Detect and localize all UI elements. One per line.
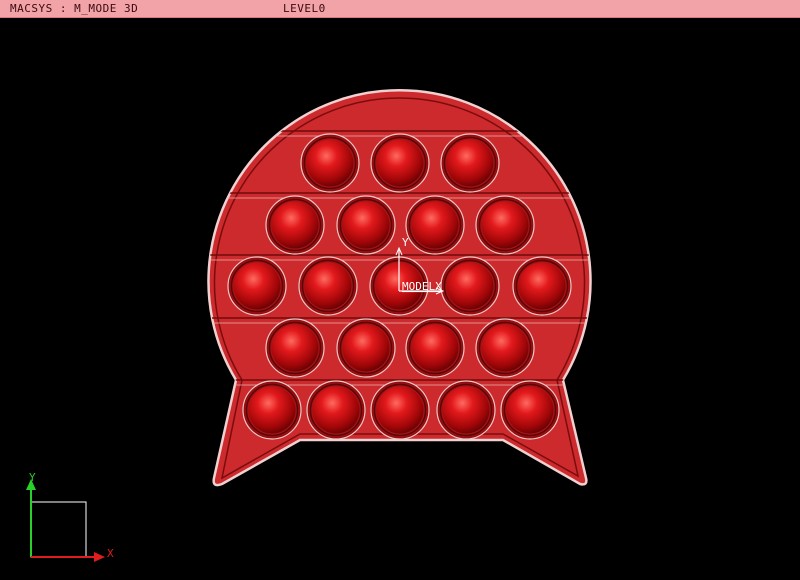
model-axis-y-label: Y	[402, 236, 409, 249]
bubble	[440, 133, 500, 193]
bubble	[405, 195, 465, 255]
bubble	[336, 195, 396, 255]
bubble	[336, 318, 396, 378]
bubble	[265, 318, 325, 378]
title-bar: MACSYS : M_MODE 3D LEVEL0	[0, 0, 800, 18]
bubble	[512, 256, 572, 316]
triad-y-label: Y	[29, 471, 36, 484]
bubble	[475, 318, 535, 378]
bubble	[242, 380, 302, 440]
bubble	[475, 195, 535, 255]
bubble	[440, 256, 500, 316]
triad-x-label: X	[107, 547, 114, 560]
level-label: LEVEL0	[283, 2, 326, 15]
bubble	[298, 256, 358, 316]
bubble	[306, 380, 366, 440]
view-triad: Y X	[26, 471, 114, 562]
bubble	[436, 380, 496, 440]
bubble	[300, 133, 360, 193]
3d-viewport[interactable]: Y MODELX Y X	[0, 18, 800, 580]
bubble	[370, 380, 430, 440]
bubble	[227, 256, 287, 316]
mode-label: MACSYS : M_MODE 3D	[10, 2, 139, 15]
bubble	[405, 318, 465, 378]
bubble	[500, 380, 560, 440]
bubble	[370, 133, 430, 193]
bubble	[265, 195, 325, 255]
model-axis-name-label: MODELX	[402, 280, 442, 293]
